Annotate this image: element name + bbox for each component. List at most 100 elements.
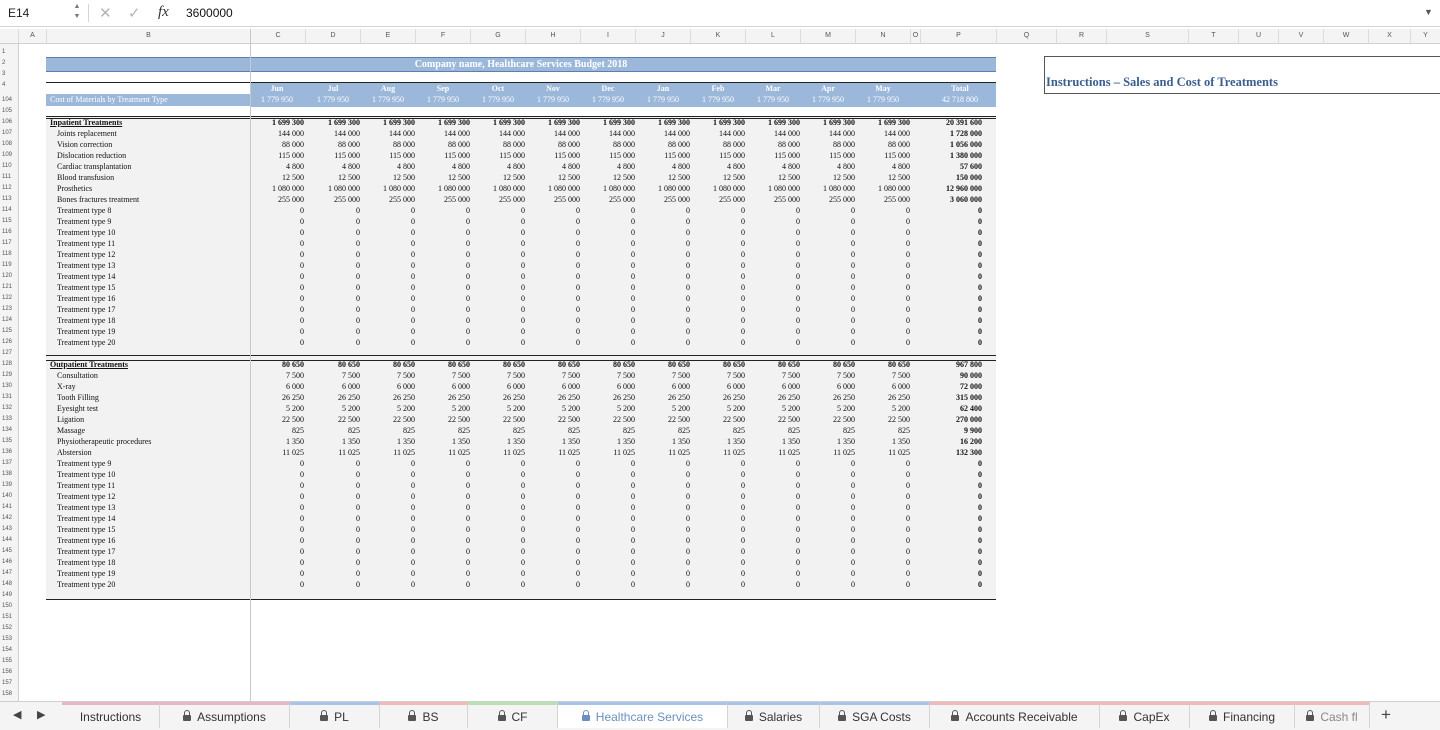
column-header-h[interactable]: H: [525, 29, 580, 43]
treatment-month-value[interactable]: 11 025: [860, 447, 910, 458]
row-header[interactable]: 151: [0, 613, 18, 621]
treatment-month-value[interactable]: 0: [254, 293, 304, 304]
treatment-label[interactable]: Treatment type 11: [57, 238, 115, 249]
treatment-month-value[interactable]: 4 800: [860, 161, 910, 172]
treatment-month-value[interactable]: 0: [530, 216, 580, 227]
treatment-month-value[interactable]: 0: [805, 480, 855, 491]
treatment-month-value[interactable]: 12 500: [860, 172, 910, 183]
treatment-month-value[interactable]: 5 200: [805, 403, 855, 414]
treatment-month-value[interactable]: 0: [585, 458, 635, 469]
treatment-month-value[interactable]: 0: [365, 557, 415, 568]
treatment-total[interactable]: 90 000: [922, 370, 982, 381]
column-header-u[interactable]: U: [1238, 29, 1278, 43]
treatment-month-value[interactable]: 6 000: [750, 381, 800, 392]
treatment-month-value[interactable]: 0: [475, 260, 525, 271]
treatment-month-value[interactable]: 0: [365, 546, 415, 557]
treatment-month-value[interactable]: 0: [695, 326, 745, 337]
treatment-month-value[interactable]: 88 000: [365, 139, 415, 150]
treatment-month-value[interactable]: 0: [640, 238, 690, 249]
treatment-month-value[interactable]: 0: [475, 326, 525, 337]
name-box-stepper-icon[interactable]: ▲ ▼: [72, 2, 82, 24]
treatment-label[interactable]: Treatment type 20: [57, 337, 115, 348]
treatment-month-value[interactable]: 0: [750, 568, 800, 579]
treatment-month-value[interactable]: 0: [365, 304, 415, 315]
row-header[interactable]: 153: [0, 635, 18, 643]
treatment-month-value[interactable]: 0: [530, 513, 580, 524]
treatment-month-value[interactable]: 6 000: [310, 381, 360, 392]
treatment-month-value[interactable]: 1 350: [365, 436, 415, 447]
tab-cf[interactable]: CF: [468, 702, 558, 728]
treatment-month-value[interactable]: 0: [640, 216, 690, 227]
treatment-month-value[interactable]: 7 500: [750, 370, 800, 381]
treatment-month-value[interactable]: 11 025: [530, 447, 580, 458]
treatment-month-value[interactable]: 0: [585, 469, 635, 480]
treatment-month-value[interactable]: 825: [310, 425, 360, 436]
treatment-month-value[interactable]: 0: [860, 480, 910, 491]
treatment-month-value[interactable]: 6 000: [475, 381, 525, 392]
treatment-month-value[interactable]: 5 200: [530, 403, 580, 414]
treatment-month-value[interactable]: 0: [750, 513, 800, 524]
treatment-month-value[interactable]: 0: [310, 293, 360, 304]
treatment-month-value[interactable]: 0: [310, 304, 360, 315]
treatment-label[interactable]: Abstersion: [57, 447, 92, 458]
treatment-month-value[interactable]: 0: [750, 326, 800, 337]
treatment-month-value[interactable]: 0: [530, 502, 580, 513]
treatment-month-value[interactable]: 0: [310, 216, 360, 227]
tab-salaries[interactable]: Salaries: [728, 702, 820, 728]
treatment-month-value[interactable]: 0: [860, 513, 910, 524]
treatment-month-value[interactable]: 0: [695, 227, 745, 238]
treatment-label[interactable]: Blood transfusion: [57, 172, 114, 183]
treatment-month-value[interactable]: 4 800: [585, 161, 635, 172]
treatment-month-value[interactable]: 0: [805, 227, 855, 238]
treatment-month-value[interactable]: 0: [475, 513, 525, 524]
treatment-total[interactable]: 72 000: [922, 381, 982, 392]
treatment-month-value[interactable]: 1 350: [420, 436, 470, 447]
treatment-month-value[interactable]: 0: [750, 315, 800, 326]
treatment-month-value[interactable]: 0: [585, 524, 635, 535]
treatment-month-value[interactable]: 0: [585, 513, 635, 524]
treatment-month-value[interactable]: 0: [695, 469, 745, 480]
treatment-month-value[interactable]: 0: [750, 304, 800, 315]
treatment-month-value[interactable]: 0: [310, 491, 360, 502]
row-header[interactable]: 126: [0, 338, 18, 346]
treatment-month-value[interactable]: 0: [475, 502, 525, 513]
row-header[interactable]: 127: [0, 349, 18, 357]
treatment-label[interactable]: Treatment type 9: [57, 458, 111, 469]
treatment-month-value[interactable]: 825: [750, 425, 800, 436]
treatment-label[interactable]: Treatment type 17: [57, 546, 115, 557]
treatment-month-value[interactable]: 7 500: [530, 370, 580, 381]
treatment-month-value[interactable]: 0: [805, 293, 855, 304]
outpatient-section-value[interactable]: 80 650: [805, 359, 855, 370]
treatment-total[interactable]: 0: [922, 502, 982, 513]
treatment-month-value[interactable]: 0: [254, 546, 304, 557]
treatment-month-value[interactable]: 0: [365, 249, 415, 260]
treatment-month-value[interactable]: 88 000: [310, 139, 360, 150]
treatment-month-value[interactable]: 0: [254, 524, 304, 535]
treatment-month-value[interactable]: 115 000: [750, 150, 800, 161]
tab-financing[interactable]: Financing: [1190, 702, 1295, 728]
row-header[interactable]: 108: [0, 140, 18, 148]
treatment-month-value[interactable]: 0: [585, 480, 635, 491]
treatment-month-value[interactable]: 255 000: [420, 194, 470, 205]
treatment-month-value[interactable]: 0: [585, 238, 635, 249]
tab-cash-fl[interactable]: Cash fl: [1295, 702, 1370, 728]
row-header[interactable]: 113: [0, 195, 18, 203]
treatment-month-value[interactable]: 4 800: [640, 161, 690, 172]
treatment-month-value[interactable]: 88 000: [530, 139, 580, 150]
treatment-month-value[interactable]: 0: [420, 546, 470, 557]
treatment-month-value[interactable]: 255 000: [750, 194, 800, 205]
treatment-month-value[interactable]: 0: [640, 579, 690, 590]
row-header[interactable]: 136: [0, 448, 18, 456]
treatment-month-value[interactable]: 0: [475, 535, 525, 546]
treatment-month-value[interactable]: 11 025: [695, 447, 745, 458]
treatment-label[interactable]: Treatment type 19: [57, 568, 115, 579]
treatment-month-value[interactable]: 1 080 000: [695, 183, 745, 194]
prev-sheet-icon[interactable]: ◀: [13, 708, 21, 721]
tab-capex[interactable]: CapEx: [1100, 702, 1190, 728]
treatment-month-value[interactable]: 7 500: [860, 370, 910, 381]
treatment-month-value[interactable]: 0: [254, 238, 304, 249]
row-header[interactable]: 135: [0, 437, 18, 445]
row-header[interactable]: 132: [0, 404, 18, 412]
column-header-l[interactable]: L: [745, 29, 800, 43]
treatment-month-value[interactable]: 0: [530, 469, 580, 480]
